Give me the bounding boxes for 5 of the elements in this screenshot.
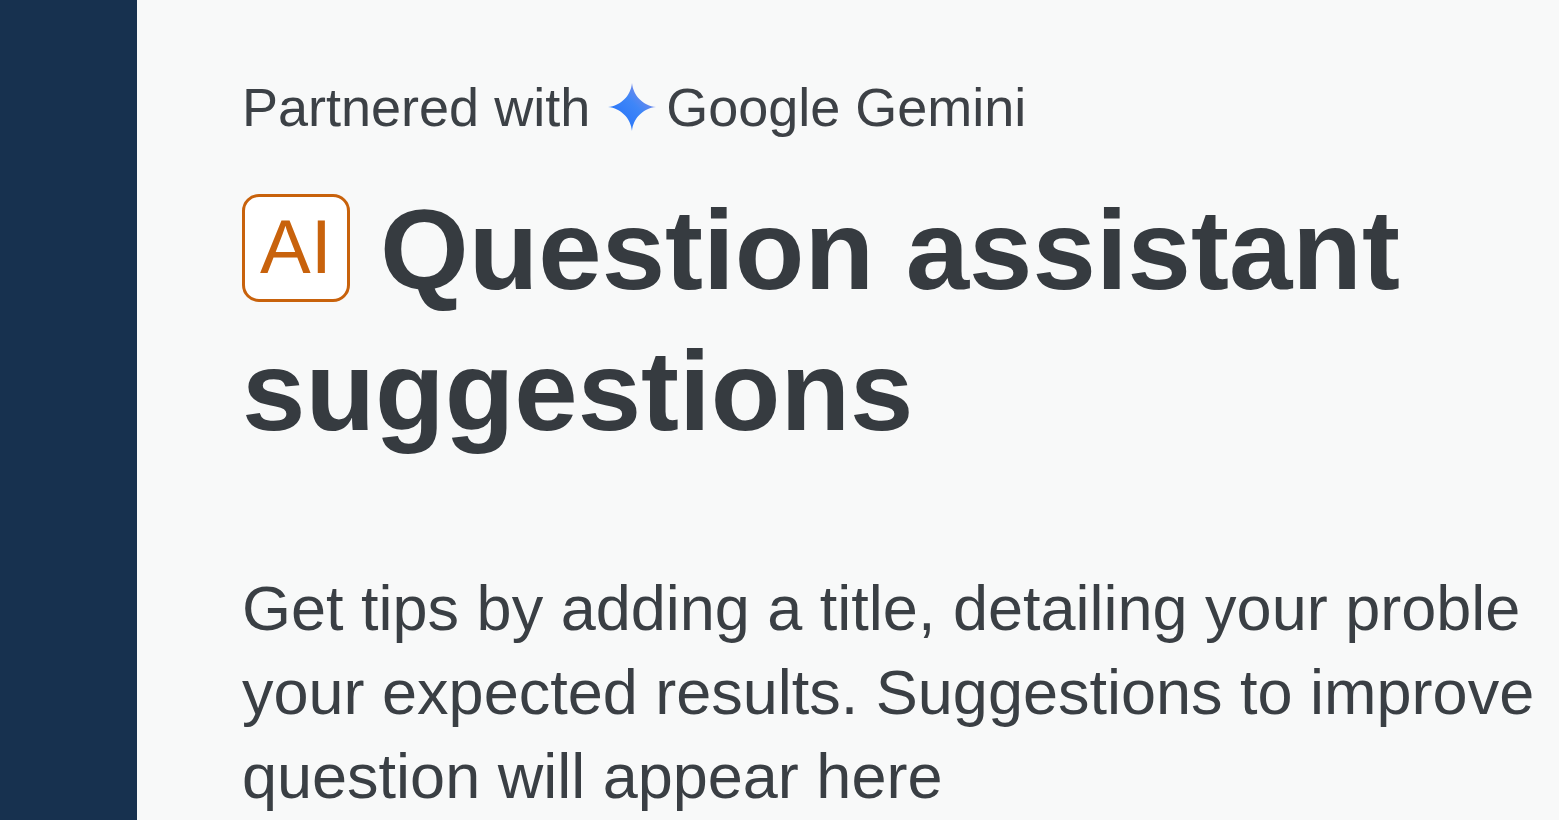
- description-text: Get tips by adding a title, detailing your proble your expected results. Suggestions to improve question will appear here: [242, 572, 1536, 813]
- ai-badge: AI: [242, 194, 350, 302]
- page-title: AI Question assistant suggestions: [242, 185, 1401, 456]
- partner-label: Partnered with: [242, 76, 591, 139]
- partner-name: Google Gemini: [666, 76, 1027, 139]
